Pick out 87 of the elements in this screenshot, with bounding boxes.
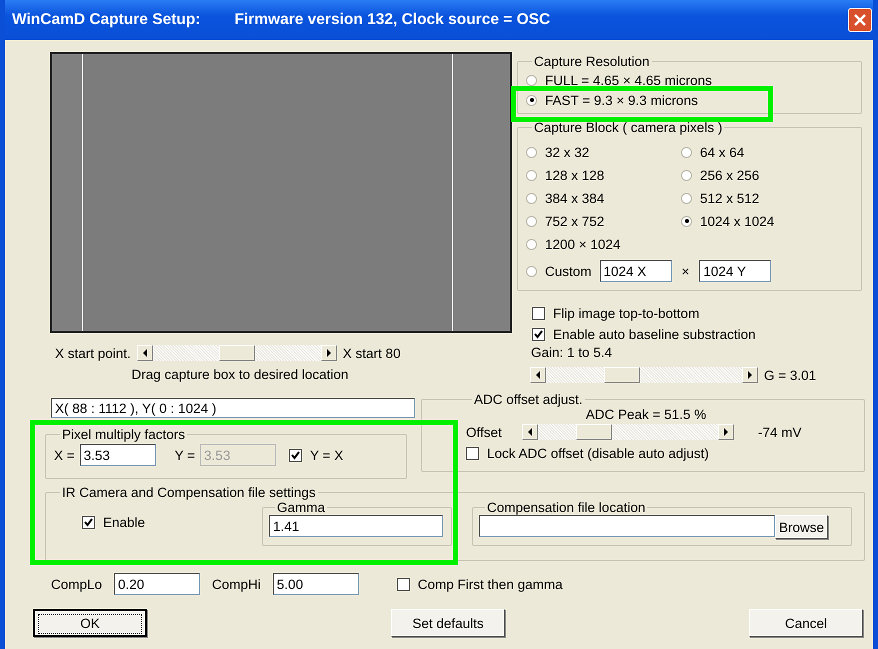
- radio-option[interactable]: 512 x 512: [681, 187, 760, 209]
- dialog-button[interactable]: Set defaults: [391, 609, 505, 637]
- triangle-left-icon: [142, 349, 147, 357]
- scroll-right-button[interactable]: [320, 345, 337, 361]
- radio-option[interactable]: 32 x 32: [526, 141, 590, 163]
- checkbox[interactable]: [289, 448, 302, 462]
- group-title: Capture Resolution: [533, 54, 651, 69]
- triangle-left-icon: [528, 428, 532, 436]
- group-title: ADC offset adjust.: [473, 392, 584, 407]
- triangle-right-icon: [326, 349, 331, 357]
- radio-button[interactable]: [526, 94, 537, 106]
- radio-option[interactable]: 1200 × 1024: [526, 233, 620, 255]
- offset-reading: -74 mV: [758, 424, 802, 440]
- y-label: Y =: [174, 448, 196, 462]
- gamma-field[interactable]: 1.41: [269, 515, 443, 537]
- checkbox-option[interactable]: Comp First then gamma: [396, 574, 563, 594]
- slider-thumb[interactable]: [604, 367, 640, 383]
- slider-thumb[interactable]: [576, 424, 612, 440]
- x-start-reading: X start 80: [342, 346, 401, 360]
- radio-option[interactable]: FAST = 9.3 × 9.3 microns: [526, 91, 698, 109]
- x-label: X =: [54, 448, 75, 462]
- checkbox[interactable]: [396, 578, 410, 590]
- triangle-left-icon: [536, 371, 540, 379]
- radio-button[interactable]: [681, 216, 692, 226]
- radio-option[interactable]: 128 x 128: [526, 164, 604, 186]
- x-factor-field[interactable]: 3.53: [80, 444, 156, 466]
- custom-x-field[interactable]: 1024 X: [600, 260, 672, 282]
- gain-label: Gain: 1 to 5.4: [530, 345, 614, 362]
- window-subtitle: Firmware version 132, Clock source = OSC: [234, 11, 550, 29]
- adc-peak-text: ADC Peak = 51.5 %: [584, 407, 708, 424]
- radio-option[interactable]: Custom: [526, 260, 592, 282]
- group-title: Pixel multiply factors: [61, 427, 186, 442]
- file-path-field[interactable]: [479, 515, 775, 537]
- dialog-button[interactable]: Cancel: [749, 609, 863, 637]
- comp-lo-label: CompLo: [51, 576, 102, 592]
- checkbox-option[interactable]: Flip image top-to-bottom: [532, 303, 700, 324]
- drag-caption: Drag capture box to desired location: [130, 367, 350, 382]
- radio-button[interactable]: [526, 74, 537, 86]
- radio-option[interactable]: 752 x 752: [526, 210, 604, 232]
- checkbox-option[interactable]: Y = X: [289, 444, 344, 466]
- browse-button[interactable]: Browse: [775, 515, 828, 539]
- scroll-left-button[interactable]: [530, 367, 546, 383]
- radio-button[interactable]: [526, 266, 537, 276]
- radio-button[interactable]: [526, 146, 537, 158]
- scroll-right-button[interactable]: [742, 367, 758, 383]
- triangle-right-icon: [724, 428, 728, 436]
- radio-option[interactable]: 384 x 384: [526, 187, 604, 209]
- group-title: Compensation file location: [486, 500, 646, 515]
- triangle-right-icon: [748, 371, 752, 379]
- radio-option[interactable]: 64 x 64: [681, 141, 744, 163]
- slider-thumb[interactable]: [218, 345, 255, 361]
- radio-button[interactable]: [526, 170, 537, 180]
- group-title: Gamma: [276, 500, 326, 515]
- radio-button[interactable]: [526, 238, 537, 250]
- checkbox[interactable]: [466, 447, 479, 460]
- checkbox-option[interactable]: Lock ADC offset (disable auto adjust): [466, 443, 709, 464]
- comp-hi-field[interactable]: 5.00: [272, 573, 359, 595]
- close-button[interactable]: [848, 8, 872, 32]
- gain-reading: G = 3.01: [764, 368, 816, 382]
- radio-button[interactable]: [526, 216, 537, 226]
- x-start-label: X start point.: [55, 346, 131, 360]
- close-icon: [854, 14, 866, 26]
- times-sign: ×: [682, 264, 690, 278]
- radio-option[interactable]: 256 x 256: [681, 164, 760, 186]
- checkbox[interactable]: [82, 516, 95, 529]
- scroll-left-button[interactable]: [522, 424, 538, 440]
- group-title: Capture Block ( camera pixels ): [533, 120, 724, 135]
- scroll-right-button[interactable]: [718, 424, 734, 440]
- offset-label: Offset: [466, 424, 503, 440]
- radio-button[interactable]: [526, 192, 537, 204]
- scroll-left-button[interactable]: [136, 345, 153, 361]
- custom-y-field[interactable]: 1024 Y: [699, 260, 772, 282]
- group-title: IR Camera and Compensation file settings: [61, 485, 317, 500]
- comp-lo-field[interactable]: 0.20: [114, 573, 200, 595]
- radio-option[interactable]: 1024 x 1024: [681, 210, 774, 232]
- capture-range-field[interactable]: X( 88 : 1112 ), Y( 0 : 1024 ): [51, 398, 415, 418]
- radio-button[interactable]: [681, 192, 692, 204]
- checkbox[interactable]: [532, 307, 545, 320]
- dialog-button[interactable]: OK: [33, 609, 147, 637]
- checkbox[interactable]: [532, 328, 545, 341]
- radio-button[interactable]: [681, 170, 692, 180]
- checkbox-option[interactable]: Enable: [82, 512, 262, 533]
- radio-button[interactable]: [681, 146, 692, 158]
- radio-option[interactable]: FULL = 4.65 × 4.65 microns: [526, 71, 712, 89]
- window-title: WinCamD Capture Setup:: [12, 11, 200, 29]
- comp-hi-label: CompHi: [212, 576, 261, 592]
- checkbox-option[interactable]: Enable auto baseline substraction: [532, 324, 756, 345]
